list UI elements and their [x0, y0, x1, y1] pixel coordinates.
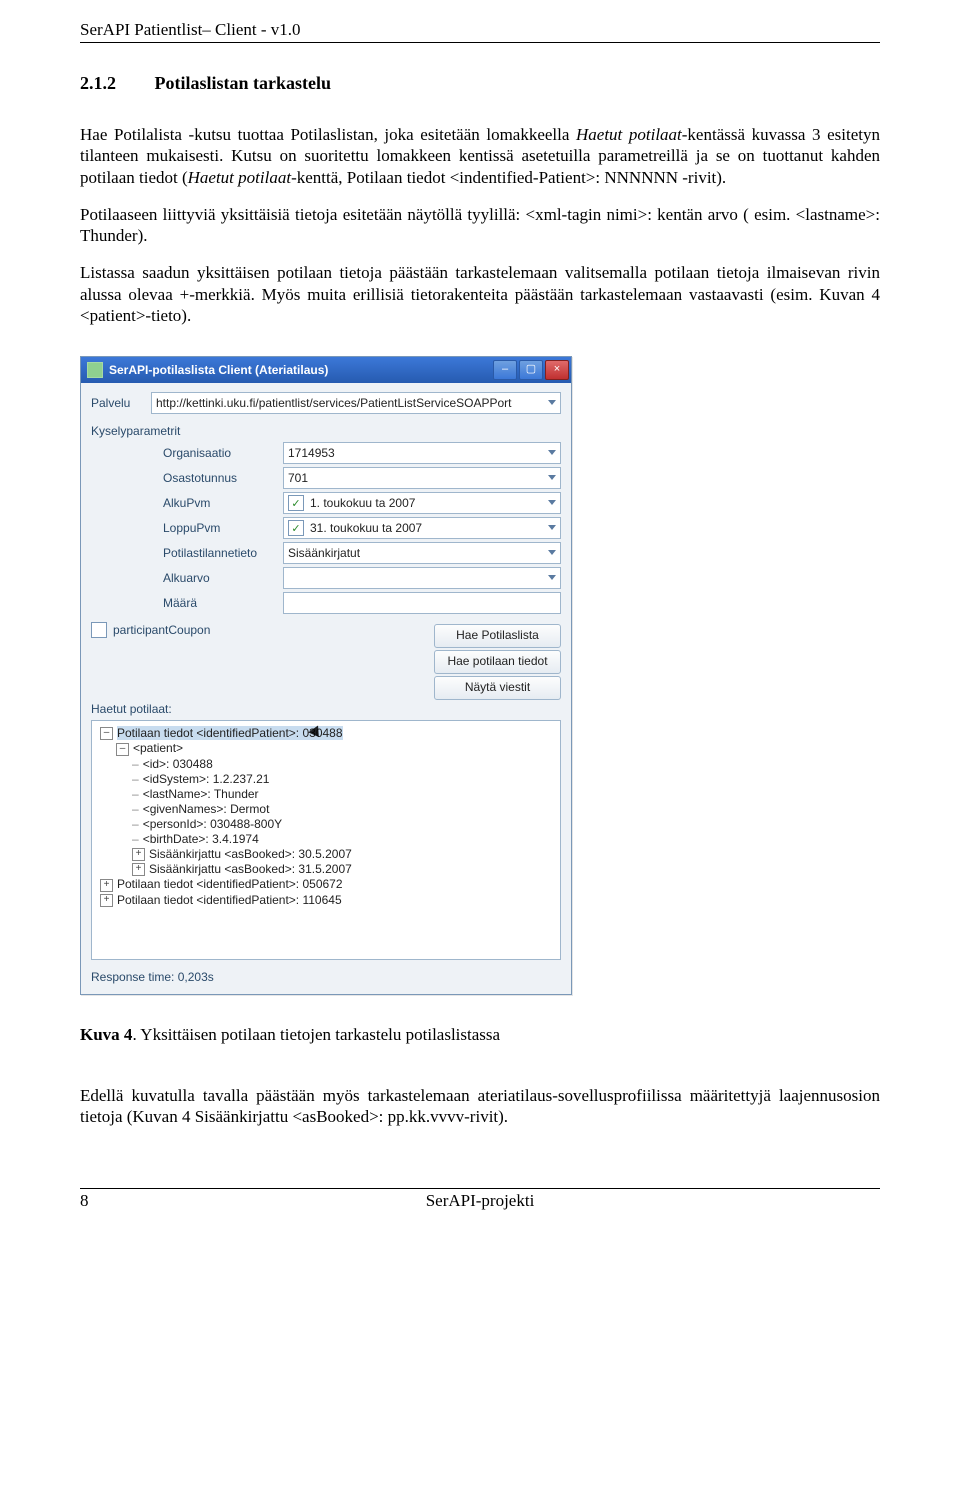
footer-title: SerAPI-projekti — [120, 1191, 840, 1211]
expand-icon[interactable]: + — [132, 848, 145, 861]
paragraph-4: Edellä kuvatulla tavalla päästään myös t… — [80, 1085, 880, 1128]
app-window: SerAPI-potilaslista Client (Ateriatilaus… — [80, 356, 572, 995]
window-title: SerAPI-potilaslista Client (Ateriatilaus… — [109, 363, 491, 377]
tree-leaf[interactable]: <idSystem>: 1.2.237.21 — [143, 772, 270, 786]
tree-leaf[interactable]: <lastName>: Thunder — [143, 787, 259, 801]
tree-leaf[interactable]: <id>: 030488 — [143, 757, 213, 771]
paragraph-1: Hae Potilalista -kutsu tuottaa Potilasli… — [80, 124, 880, 188]
potilastilannetieto-label: Potilastilannetieto — [163, 546, 283, 560]
maara-input[interactable] — [283, 592, 561, 614]
section-heading: 2.1.2 Potilaslistan tarkastelu — [80, 73, 880, 94]
alkupvm-checkbox[interactable]: ✓ — [288, 495, 304, 511]
hae-potilaan-tiedot-button[interactable]: Hae potilaan tiedot — [434, 650, 561, 674]
tree-node[interactable]: Potilaan tiedot <identifiedPatient>: 050… — [117, 877, 343, 891]
collapse-icon[interactable]: – — [116, 743, 129, 756]
loppupvm-label: LoppuPvm — [163, 521, 283, 535]
maara-label: Määrä — [163, 596, 283, 610]
expand-icon[interactable]: + — [100, 894, 113, 907]
nayta-viestit-button[interactable]: Näytä viestit — [434, 676, 561, 700]
loppupvm-checkbox[interactable]: ✓ — [288, 520, 304, 536]
page-header: SerAPI Patientlist– Client - v1.0 — [80, 20, 880, 43]
expand-icon[interactable]: + — [132, 863, 145, 876]
tree-leaf[interactable]: <personId>: 030488-800Y — [143, 817, 282, 831]
tree-node[interactable]: Potilaan tiedot <identifiedPatient>: 030… — [117, 726, 343, 740]
section-title: Potilaslistan tarkastelu — [155, 73, 332, 93]
app-icon — [87, 362, 103, 378]
organisaatio-input[interactable]: 1714953 — [283, 442, 561, 464]
potilastilannetieto-input[interactable]: Sisäänkirjatut — [283, 542, 561, 564]
collapse-icon[interactable]: – — [100, 727, 113, 740]
section-number: 2.1.2 — [80, 73, 150, 94]
tree-node[interactable]: Sisäänkirjattu <asBooked>: 30.5.2007 — [149, 847, 352, 861]
expand-icon[interactable]: + — [100, 879, 113, 892]
titlebar[interactable]: SerAPI-potilaslista Client (Ateriatilaus… — [81, 357, 571, 383]
palvelu-label: Palvelu — [91, 396, 151, 410]
tree-leaf[interactable]: <birthDate>: 3.4.1974 — [143, 832, 259, 846]
participantcoupon-checkbox[interactable] — [91, 622, 107, 638]
results-tree[interactable]: –Potilaan tiedot <identifiedPatient>: 03… — [91, 720, 561, 960]
haetut-potilaat-label: Haetut potilaat: — [91, 702, 561, 716]
alkupvm-label: AlkuPvm — [163, 496, 283, 510]
participantcoupon-label: participantCoupon — [113, 623, 210, 637]
tree-node[interactable]: <patient> — [133, 741, 183, 755]
osastotunnus-input[interactable]: 701 — [283, 467, 561, 489]
organisaatio-label: Organisaatio — [163, 446, 283, 460]
tree-node[interactable]: Potilaan tiedot <identifiedPatient>: 110… — [117, 893, 342, 907]
paragraph-3: Listassa saadun yksittäisen potilaan tie… — [80, 262, 880, 326]
hae-potilaslista-button[interactable]: Hae Potilaslista — [434, 624, 561, 648]
kyselyparametrit-label: Kyselyparametrit — [91, 424, 561, 438]
page-footer: 8 SerAPI-projekti — [80, 1188, 880, 1211]
figure-caption: Kuva 4. Yksittäisen potilaan tietojen ta… — [80, 1025, 880, 1045]
alkuarvo-label: Alkuarvo — [163, 571, 283, 585]
paragraph-2: Potilaaseen liittyviä yksittäisiä tietoj… — [80, 204, 880, 247]
tree-node[interactable]: Sisäänkirjattu <asBooked>: 31.5.2007 — [149, 862, 352, 876]
alkuarvo-input[interactable] — [283, 567, 561, 589]
minimize-button[interactable]: – — [493, 360, 517, 380]
maximize-button[interactable]: ▢ — [519, 360, 543, 380]
page-number: 8 — [80, 1191, 120, 1211]
status-text: Response time: 0,203s — [91, 970, 561, 984]
osastotunnus-label: Osastotunnus — [163, 471, 283, 485]
alkupvm-input[interactable]: ✓1. toukokuu ta 2007 — [283, 492, 561, 514]
palvelu-input[interactable]: http://kettinki.uku.fi/patientlist/servi… — [151, 392, 561, 414]
tree-leaf[interactable]: <givenNames>: Dermot — [143, 802, 270, 816]
loppupvm-input[interactable]: ✓31. toukokuu ta 2007 — [283, 517, 561, 539]
close-button[interactable]: × — [545, 360, 569, 380]
